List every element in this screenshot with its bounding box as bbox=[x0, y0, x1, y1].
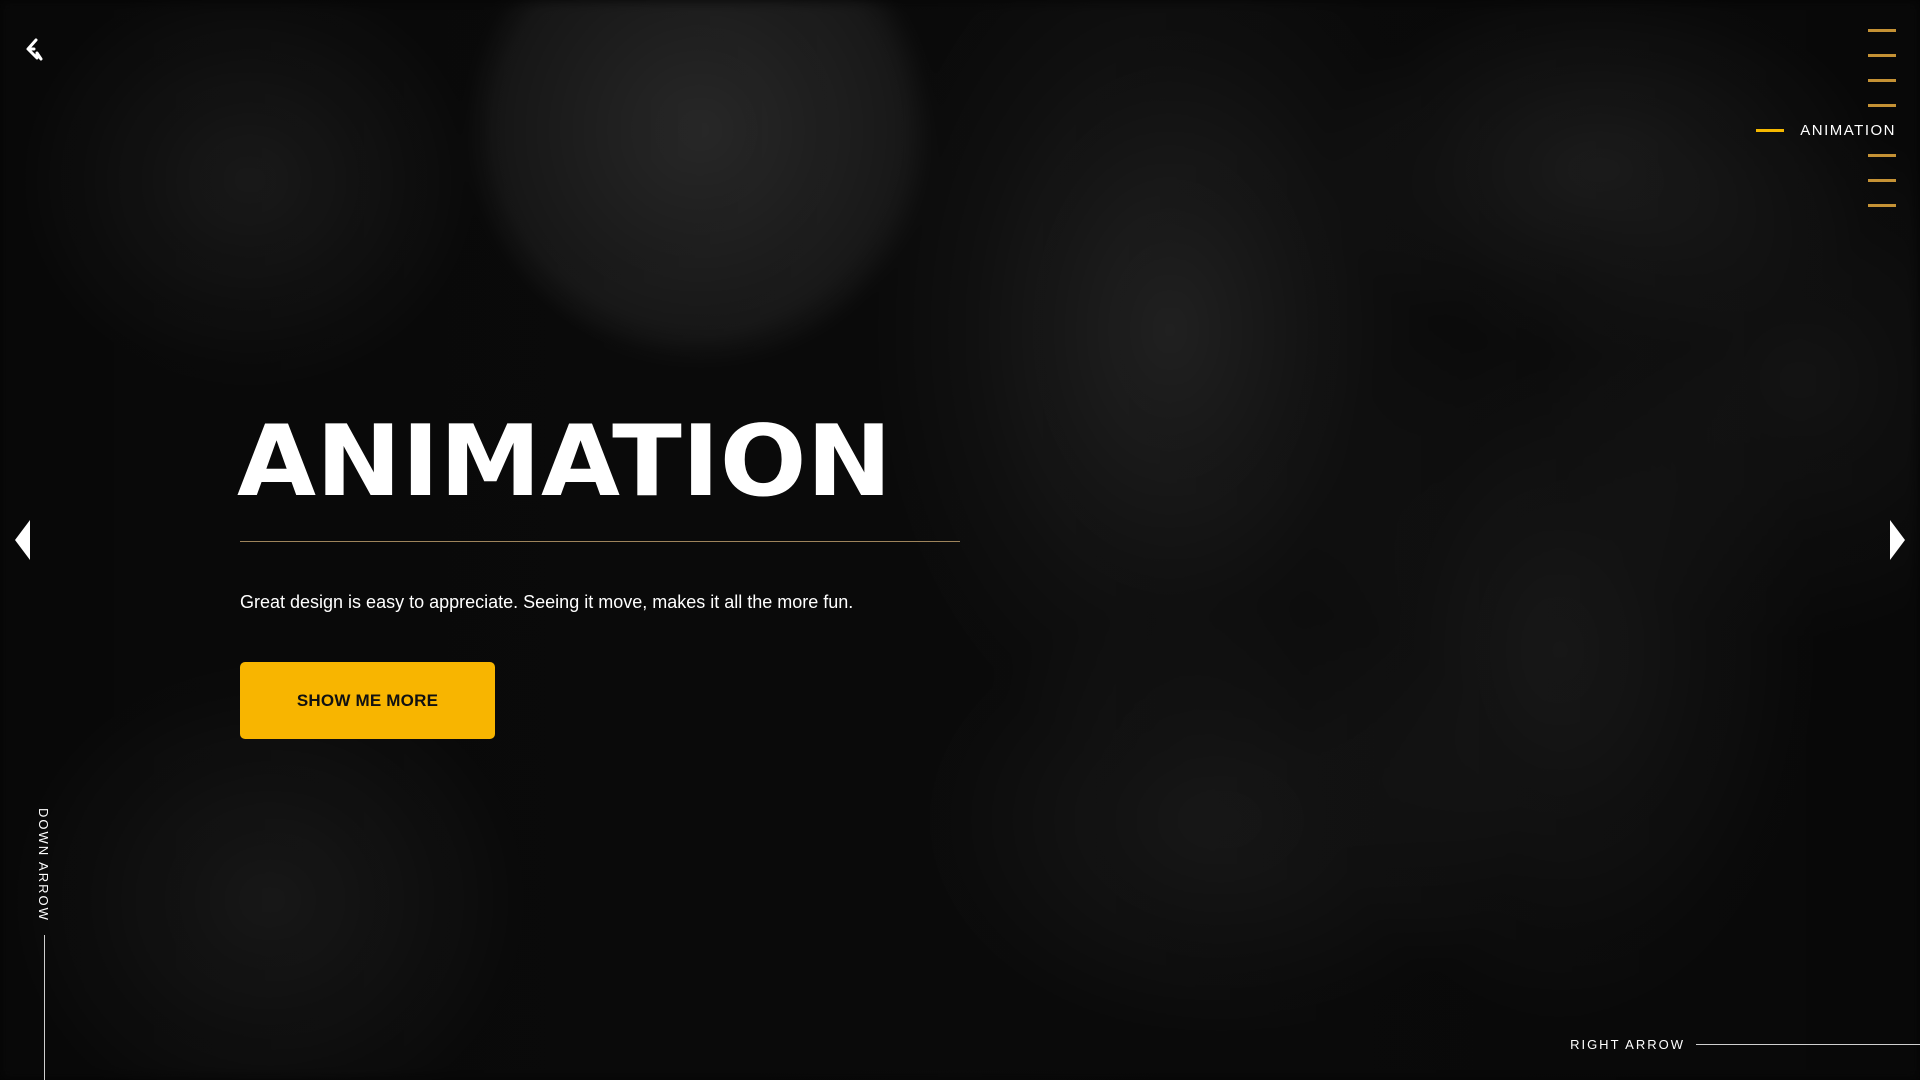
section-nav-item[interactable] bbox=[1636, 68, 1896, 93]
right-arrow-line bbox=[1696, 1043, 1920, 1045]
section-nav-item[interactable] bbox=[1636, 18, 1896, 43]
nav-dash bbox=[1868, 204, 1896, 207]
hero-title-text: ANIMATION bbox=[237, 410, 892, 519]
triangle-right-icon[interactable] bbox=[1889, 520, 1905, 560]
nav-dash bbox=[1868, 54, 1896, 57]
hero: ANIMATION Great design is easy to apprec… bbox=[237, 410, 960, 739]
down-arrow-line bbox=[44, 935, 45, 1080]
section-nav-item[interactable] bbox=[1636, 143, 1896, 168]
show-me-more-button[interactable]: SHOW ME MORE bbox=[240, 662, 495, 739]
section-nav-label: ANIMATION bbox=[1800, 122, 1896, 139]
right-arrow-label: RIGHT ARROW bbox=[1570, 1036, 1685, 1052]
nav-dash bbox=[1868, 179, 1896, 182]
section-nav-item-animation[interactable]: ANIMATION bbox=[1636, 118, 1896, 143]
down-arrow-label: DOWN ARROW bbox=[36, 808, 51, 922]
section-nav: ANIMATION bbox=[1636, 18, 1896, 218]
right-arrow[interactable]: RIGHT ARROW bbox=[1570, 1034, 1920, 1054]
slide-stage: ANIMATION ANIMATION Great design is easy… bbox=[0, 0, 1920, 1080]
hero-title: ANIMATION bbox=[237, 410, 892, 519]
nav-dash bbox=[1868, 154, 1896, 157]
down-arrow[interactable]: DOWN ARROW bbox=[36, 808, 54, 1080]
hero-divider bbox=[240, 541, 960, 542]
nav-dash bbox=[1868, 104, 1896, 107]
back-arrow-icon[interactable] bbox=[22, 36, 48, 64]
triangle-left-icon[interactable] bbox=[15, 520, 31, 560]
section-nav-item[interactable] bbox=[1636, 93, 1896, 118]
nav-dash bbox=[1868, 79, 1896, 82]
hero-description: Great design is easy to appreciate. Seei… bbox=[240, 592, 854, 612]
nav-dash bbox=[1868, 29, 1896, 32]
section-nav-item[interactable] bbox=[1636, 43, 1896, 68]
section-nav-item[interactable] bbox=[1636, 193, 1896, 218]
section-nav-item[interactable] bbox=[1636, 168, 1896, 193]
nav-dash-active bbox=[1756, 129, 1785, 132]
